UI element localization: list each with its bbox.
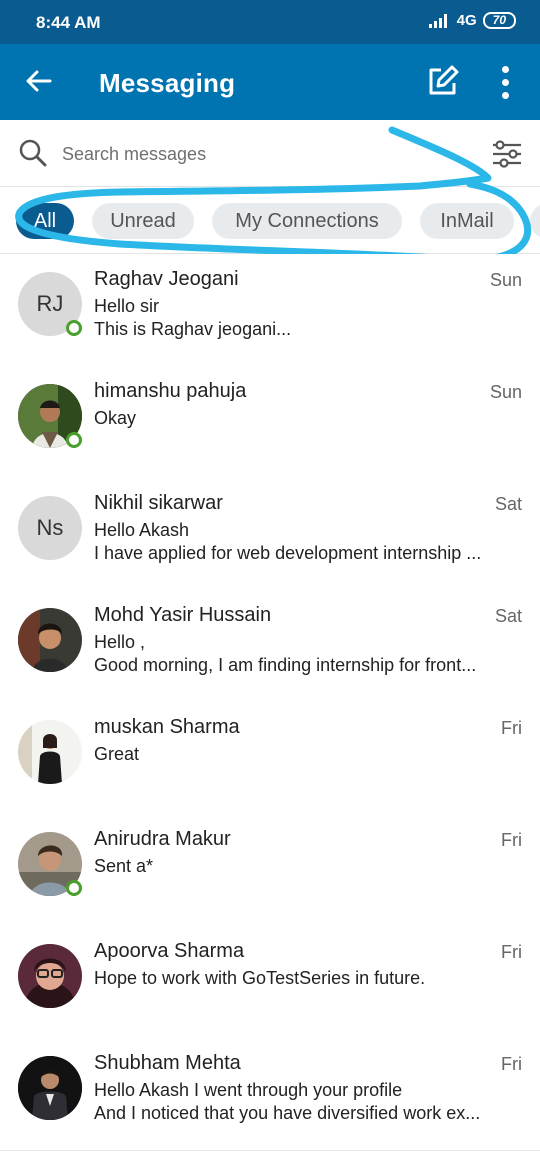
search-input[interactable] xyxy=(60,137,444,171)
conversation-item[interactable]: Apoorva Sharma Fri Hope to work with GoT… xyxy=(0,926,540,1039)
message-preview-line2: This is Raghav jeogani... xyxy=(94,319,292,339)
conversation-item[interactable]: RJ Raghav Jeogani Sun Hello sir This is … xyxy=(0,254,540,367)
message-date: Fri xyxy=(501,1054,522,1074)
profile-photo xyxy=(18,608,82,672)
contact-name: Apoorva Sharma xyxy=(94,940,245,962)
message-preview: Hello , xyxy=(94,632,146,652)
message-date: Sat xyxy=(494,606,522,626)
profile-photo xyxy=(18,944,82,1008)
conversation-item[interactable]: Ns Nikhil sikarwar Sat Hello Akash I hav… xyxy=(0,478,540,591)
network-type: 4G xyxy=(456,12,477,29)
status-bar: 8:44 AM 4G 70 xyxy=(0,0,540,44)
avatar xyxy=(18,1056,82,1120)
avatar xyxy=(18,944,82,1008)
message-preview-line2: And I noticed that you have diversified … xyxy=(94,1103,481,1123)
message-date: Fri xyxy=(501,830,522,850)
app-bar: Messaging xyxy=(0,44,540,120)
message-preview: Hello Akash xyxy=(94,520,190,540)
message-date: Sun xyxy=(489,382,522,402)
filter-chip-more[interactable] xyxy=(530,203,540,239)
conversation-item[interactable]: muskan Sharma Fri Great xyxy=(0,702,540,815)
profile-photo xyxy=(18,720,82,784)
more-options-button[interactable] xyxy=(494,62,518,102)
message-date: Fri xyxy=(501,942,522,962)
conversation-item[interactable]: Mohd Yasir Hussain Sat Hello , Good morn… xyxy=(0,590,540,703)
message-preview: Okay xyxy=(94,408,137,428)
contact-name: Mohd Yasir Hussain xyxy=(94,604,272,626)
online-indicator xyxy=(66,432,82,448)
compose-button[interactable] xyxy=(424,62,462,100)
filter-sliders-icon[interactable] xyxy=(490,138,524,170)
online-indicator xyxy=(66,320,82,336)
compose-icon xyxy=(429,65,459,95)
contact-name: himanshu pahuja xyxy=(94,380,247,402)
online-indicator xyxy=(66,880,82,896)
filter-chip-unread[interactable]: Unread xyxy=(92,203,194,239)
battery-icon: 70 xyxy=(482,12,516,29)
message-preview: Sent a* xyxy=(94,856,154,876)
message-date: Fri xyxy=(501,718,522,738)
avatar xyxy=(18,720,82,784)
conversation-item[interactable]: Anirudra Makur Fri Sent a* xyxy=(0,814,540,927)
signal-icon xyxy=(428,13,451,28)
message-preview-line2: I have applied for web development inter… xyxy=(94,543,482,563)
message-preview-line2: Good morning, I am finding internship fo… xyxy=(94,655,477,675)
avatar: Ns xyxy=(18,496,82,560)
message-date: Sat xyxy=(494,494,522,514)
profile-photo xyxy=(18,1056,82,1120)
filter-chips: All Unread My Connections InMail xyxy=(0,187,540,254)
avatar xyxy=(18,608,82,672)
message-preview: Great xyxy=(94,744,140,764)
search-icon xyxy=(19,139,47,167)
contact-name: Shubham Mehta xyxy=(94,1052,241,1074)
search-bar xyxy=(0,120,540,187)
message-preview: Hello Akash I went through your profile xyxy=(94,1080,403,1100)
status-time: 8:44 AM xyxy=(36,13,101,32)
back-button[interactable] xyxy=(22,64,56,98)
arrow-left-icon xyxy=(26,70,52,92)
conversation-item[interactable]: Shubham Mehta Fri Hello Akash I went thr… xyxy=(0,1038,540,1151)
message-preview: Hello sir xyxy=(94,296,160,316)
contact-name: muskan Sharma xyxy=(94,716,240,738)
message-date: Sun xyxy=(489,270,522,290)
filter-chip-inmail[interactable]: InMail xyxy=(420,203,514,239)
filter-chip-my-connections[interactable]: My Connections xyxy=(212,203,402,239)
page-title: Messaging xyxy=(99,68,236,98)
contact-name: Nikhil sikarwar xyxy=(94,492,223,514)
conversation-item[interactable]: himanshu pahuja Sun Okay xyxy=(0,366,540,479)
status-indicators: 4G 70 xyxy=(428,12,516,29)
filter-chip-all[interactable]: All xyxy=(16,203,74,239)
contact-name: Anirudra Makur xyxy=(94,828,231,850)
contact-name: Raghav Jeogani xyxy=(94,268,239,290)
message-preview: Hope to work with GoTestSeries in future… xyxy=(94,968,426,988)
